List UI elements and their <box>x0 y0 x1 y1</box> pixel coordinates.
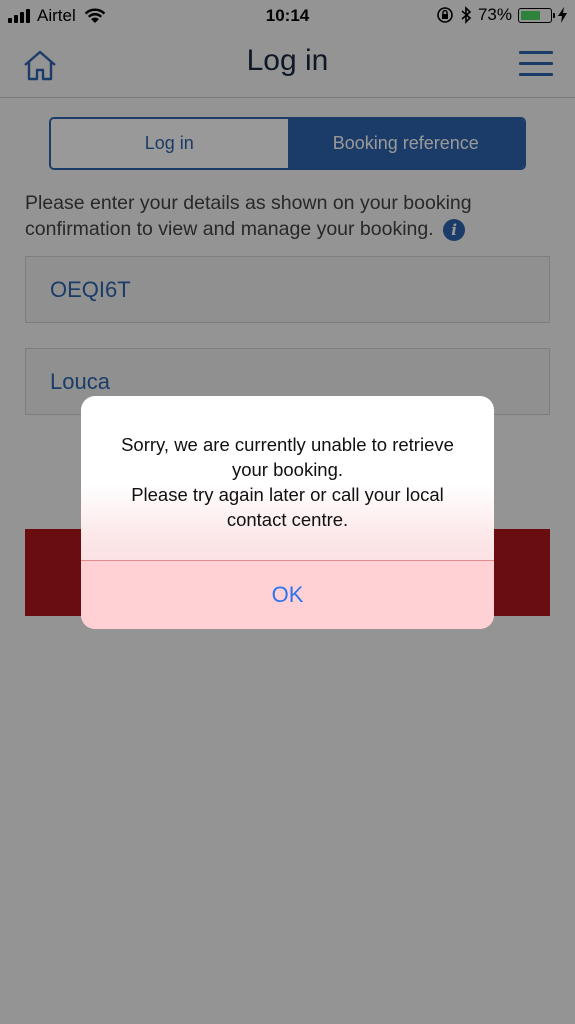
error-alert-dialog: Sorry, we are currently unable to retrie… <box>81 396 494 629</box>
alert-message-line2: Please try again later or call your loca… <box>131 484 444 530</box>
alert-ok-button[interactable]: OK <box>81 561 494 629</box>
alert-message: Sorry, we are currently unable to retrie… <box>101 432 474 532</box>
alert-message-line1: Sorry, we are currently unable to retrie… <box>121 434 454 480</box>
